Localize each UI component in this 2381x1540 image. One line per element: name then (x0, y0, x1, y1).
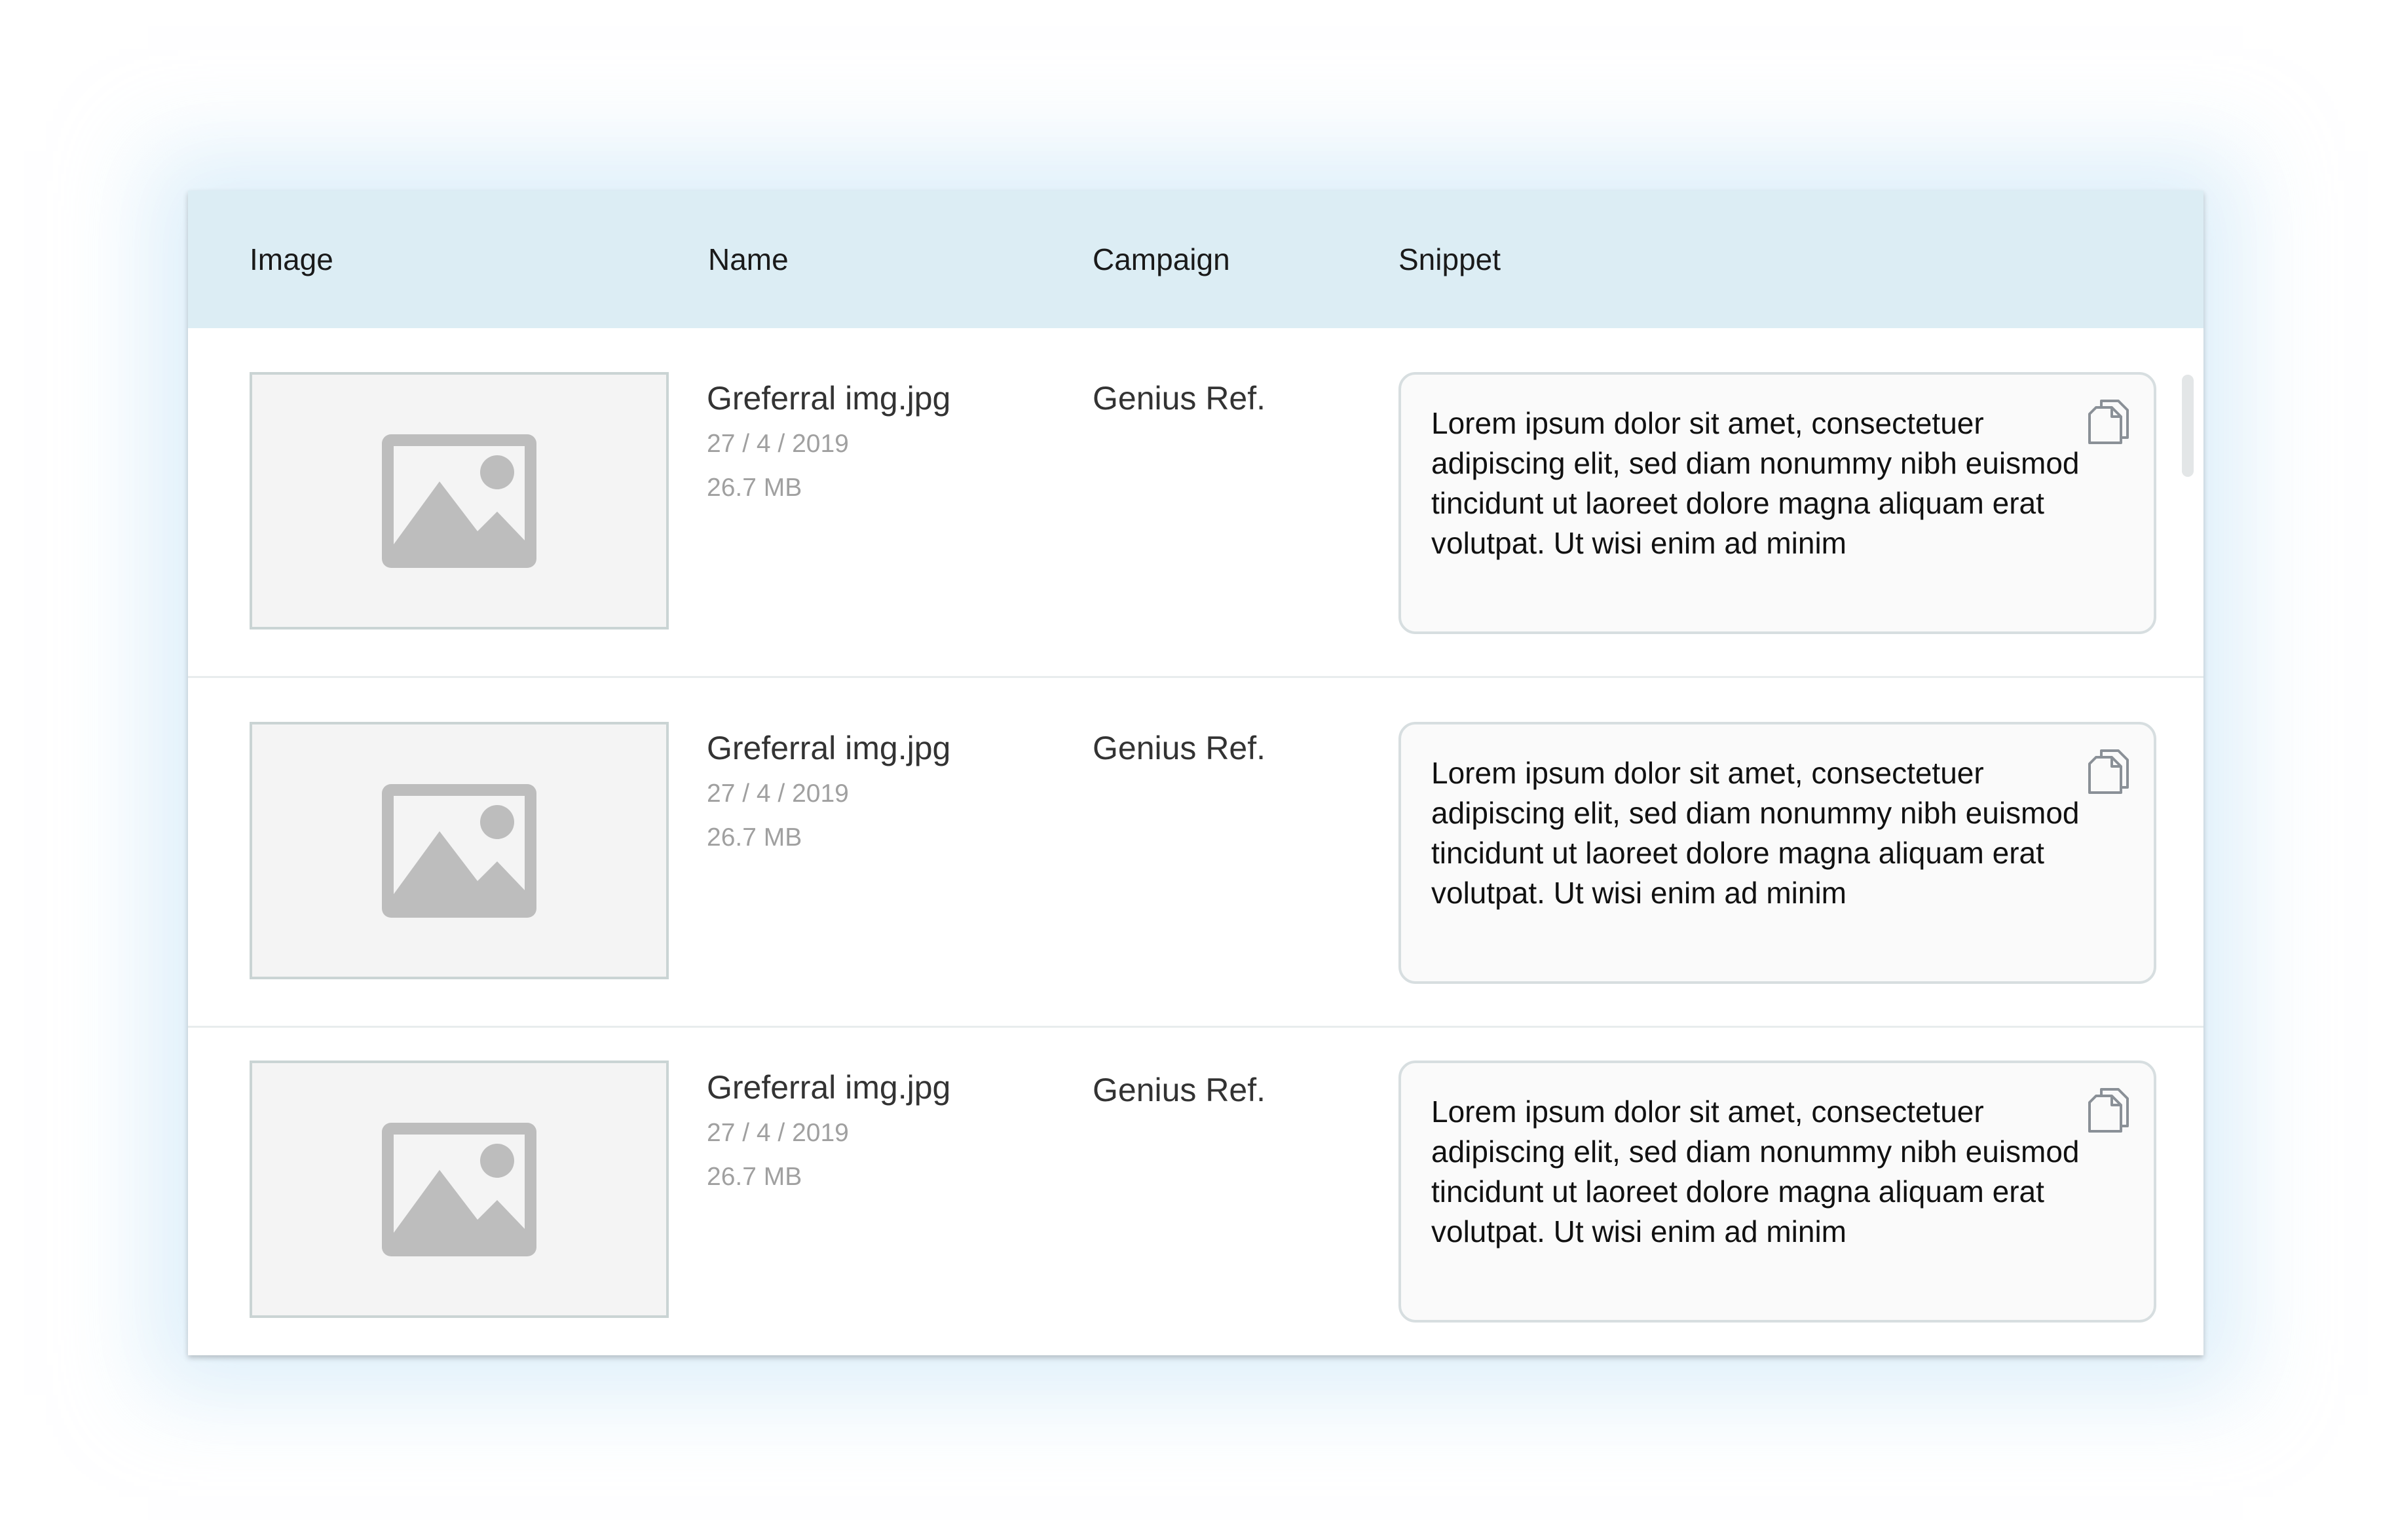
copy-icon (2088, 749, 2129, 794)
media-table-card: Image Name Campaign Snippet Greferral im… (188, 191, 2203, 1355)
image-placeholder-icon (382, 783, 536, 918)
campaign-name: Genius Ref. (1093, 1072, 1266, 1108)
copy-button[interactable] (2087, 398, 2130, 445)
image-thumbnail[interactable] (250, 1061, 669, 1318)
copy-button[interactable] (2087, 1087, 2130, 1134)
table-row: Greferral img.jpg 27 / 4 / 2019 26.7 MB … (188, 678, 2203, 1028)
column-header-campaign: Campaign (1093, 242, 1230, 276)
file-size: 26.7 MB (707, 474, 802, 502)
file-size: 26.7 MB (707, 1163, 802, 1191)
snippet-text: Lorem ipsum dolor sit amet, consectetuer… (1431, 756, 2080, 910)
table-header: Image Name Campaign Snippet (188, 191, 2203, 328)
table-row: Greferral img.jpg 27 / 4 / 2019 26.7 MB … (188, 1028, 2203, 1355)
snippet-box: Lorem ipsum dolor sit amet, consectetuer… (1398, 722, 2156, 984)
snippet-text: Lorem ipsum dolor sit amet, consectetuer… (1431, 406, 2080, 560)
image-placeholder-icon (382, 434, 536, 568)
snippet-text: Lorem ipsum dolor sit amet, consectetuer… (1431, 1095, 2080, 1249)
copy-icon (2088, 400, 2129, 444)
file-name: Greferral img.jpg (707, 1069, 951, 1106)
campaign-name: Genius Ref. (1093, 730, 1266, 766)
snippet-box: Lorem ipsum dolor sit amet, consectetuer… (1398, 372, 2156, 634)
image-thumbnail[interactable] (250, 372, 669, 629)
image-placeholder-icon (382, 1122, 536, 1256)
snippet-box: Lorem ipsum dolor sit amet, consectetuer… (1398, 1061, 2156, 1323)
column-header-name: Name (708, 242, 789, 276)
table-row: Greferral img.jpg 27 / 4 / 2019 26.7 MB … (188, 328, 2203, 678)
file-size: 26.7 MB (707, 823, 802, 852)
campaign-name: Genius Ref. (1093, 380, 1266, 417)
file-date: 27 / 4 / 2019 (707, 1119, 849, 1147)
file-name: Greferral img.jpg (707, 380, 951, 417)
column-header-image: Image (250, 242, 333, 276)
copy-button[interactable] (2087, 748, 2130, 795)
copy-icon (2088, 1088, 2129, 1133)
image-thumbnail[interactable] (250, 722, 669, 979)
column-header-snippet: Snippet (1398, 242, 1501, 276)
file-date: 27 / 4 / 2019 (707, 779, 849, 808)
file-name: Greferral img.jpg (707, 730, 951, 766)
vertical-scrollbar[interactable] (2182, 375, 2194, 477)
file-date: 27 / 4 / 2019 (707, 430, 849, 458)
